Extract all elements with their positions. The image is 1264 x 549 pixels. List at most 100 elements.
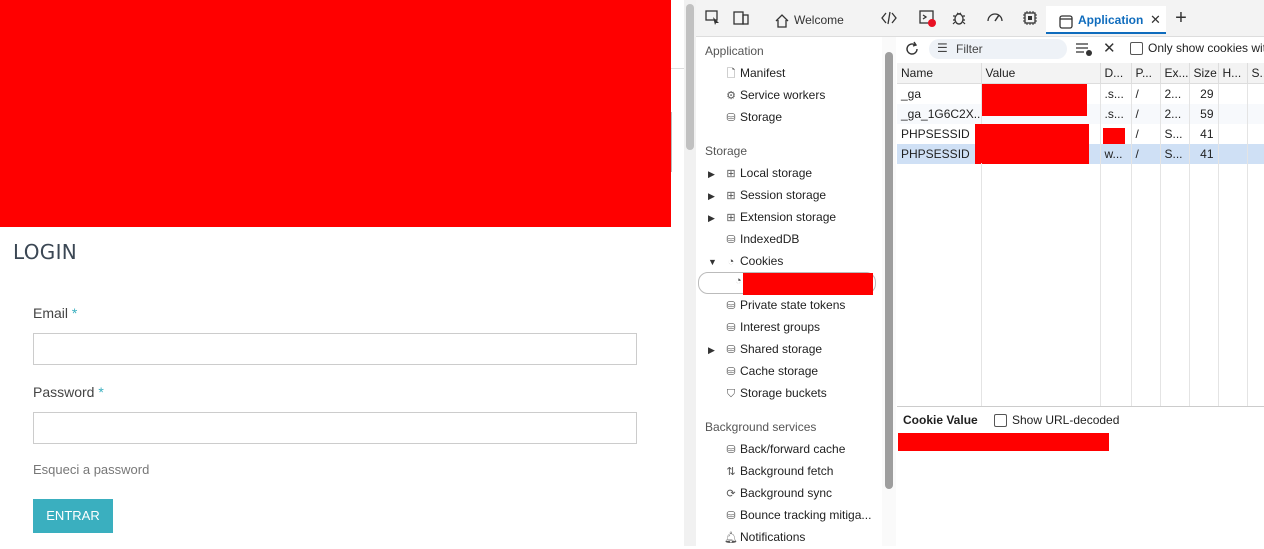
filter-input[interactable]: ☰ Filter [929,39,1067,59]
col-path[interactable]: P... [1131,63,1161,84]
col-size[interactable]: Size [1189,63,1219,84]
tab-application-label: Application [1078,13,1144,27]
sidebar-item-cache-storage[interactable]: ⛁ Cache storage [708,360,818,382]
device-toggle-icon[interactable] [732,9,750,27]
grid-icon: ⊞ [726,212,736,224]
sync-icon: ⟳ [726,488,736,500]
expand-arrow-icon[interactable]: ▶ [708,185,722,207]
sidebar-item-label: Manifest [740,66,786,80]
col-name[interactable]: Name [897,63,982,84]
elements-icon[interactable] [880,9,898,27]
email-field[interactable] [33,333,637,365]
clear-all-icon[interactable]: ✕ [1103,39,1116,57]
tab-welcome[interactable]: Welcome [772,6,876,34]
home-icon [774,11,790,39]
col-domain[interactable]: D... [1100,63,1132,84]
database-icon: ⛁ [726,322,736,334]
collapse-arrow-icon[interactable]: ▼ [708,251,722,273]
redacted-value [982,84,1087,116]
add-tab-icon[interactable]: + [1172,8,1190,28]
column-divider [1160,163,1161,406]
sidebar-item-interest-groups[interactable]: ⛁ Interest groups [708,316,820,338]
arrows-updown-icon: ⇅ [726,466,736,478]
col-expires[interactable]: Ex... [1160,63,1190,84]
sidebar-item-notifications[interactable]: 🔔︎ Notifications [708,526,805,548]
sidebar-item-label: Local storage [740,166,813,180]
col-secure[interactable]: S... [1247,63,1264,84]
password-field[interactable] [33,412,637,444]
expand-arrow-icon[interactable]: ▶ [708,207,722,229]
redacted-value [975,124,1089,164]
show-url-decoded-label: Show URL-decoded [1012,413,1120,427]
cookie-icon: ◔ [735,275,742,287]
sidebar-item-bounce-tracking[interactable]: ⛁ Bounce tracking mitiga... [708,504,871,526]
sidebar-item-private-state-tokens[interactable]: ⛁ Private state tokens [708,294,845,316]
clear-filtered-icon[interactable] [1075,41,1093,60]
col-value[interactable]: Value [981,63,1101,84]
sidebar-item-background-fetch[interactable]: ⇅ Background fetch [708,460,833,482]
table-empty-area [897,163,1264,406]
sidebar-item-background-sync[interactable]: ⟳ Background sync [708,482,832,504]
inspect-icon[interactable] [704,9,722,27]
database-icon: ⛁ [726,300,736,312]
database-icon: ⛁ [726,366,736,378]
database-icon: ⛁ [726,510,736,522]
sidebar-item-cookie-domain[interactable]: ◔ [698,272,876,295]
performance-icon[interactable] [986,9,1004,27]
section-storage: Storage [705,144,748,158]
only-show-label: Only show cookies wit [1148,41,1264,55]
sidebar-item-label: Background fetch [740,464,834,478]
cell-name: _ga [897,83,982,104]
sidebar-item-back-forward-cache[interactable]: ⛁ Back/forward cache [708,438,845,460]
refresh-icon[interactable] [903,40,921,61]
cell-name: PHPSESSID [897,144,982,164]
sidebar-item-indexeddb[interactable]: ⛁ IndexedDB [708,228,799,250]
bucket-icon: ⛉ [726,388,736,400]
cell-domain: w... [1100,144,1132,164]
submit-button[interactable]: ENTRAR [33,499,113,533]
cell-path: / [1131,104,1161,124]
cell-expires: S... [1160,124,1190,144]
filter-placeholder: Filter [956,42,983,56]
cell-secure [1247,124,1264,144]
database-icon: ⛁ [726,344,736,356]
sidebar-item-extension-storage[interactable]: ▶ ⊞ Extension storage [708,206,836,228]
cell-size: 41 [1189,124,1219,144]
sidebar-item-storage[interactable]: ⛁ Storage [708,106,782,128]
sidebar-item-label: Back/forward cache [740,442,846,456]
sidebar-item-shared-storage[interactable]: ▶ ⛁ Shared storage [708,338,822,360]
cell-path: / [1131,124,1161,144]
cell-secure [1247,144,1264,164]
sidebar-item-local-storage[interactable]: ▶ ⊞ Local storage [708,162,812,184]
devtools-toolbar: Welcome Application ✕ + [696,0,1264,37]
bug-icon[interactable] [950,9,968,27]
sidebar-item-manifest[interactable]: 🗋 Manifest [708,62,786,84]
expand-arrow-icon[interactable]: ▶ [708,163,722,185]
sidebar-item-label: Extension storage [740,210,837,224]
memory-chip-icon[interactable] [1021,9,1039,27]
grid-icon: ⊞ [726,168,736,180]
email-label: Email * [33,305,77,321]
forgot-password-link[interactable]: Esqueci a password [33,462,149,477]
only-show-checkbox[interactable] [1130,42,1143,55]
required-mark: * [71,305,78,321]
console-icon[interactable] [918,9,936,27]
sidebar-scrollbar-thumb[interactable] [885,52,893,489]
sidebar-item-service-workers[interactable]: ⚙ Service workers [708,84,825,106]
show-url-decoded-checkbox[interactable] [994,414,1007,427]
column-divider [1131,163,1132,406]
database-icon: ⛁ [726,234,736,246]
sidebar-item-label: Shared storage [740,342,823,356]
sidebar-item-cookies[interactable]: ▼ ◔ Cookies [708,250,783,272]
page-scrollbar-thumb[interactable] [686,4,694,150]
sidebar-item-storage-buckets[interactable]: ⛉ Storage buckets [708,382,827,404]
col-httponly[interactable]: H... [1218,63,1248,84]
sidebar-item-label: Cache storage [740,364,819,378]
tab-application[interactable]: Application ✕ [1046,6,1166,34]
close-tab-icon[interactable]: ✕ [1150,6,1161,34]
cell-secure [1247,104,1264,124]
expand-arrow-icon[interactable]: ▶ [708,339,722,361]
sidebar-item-session-storage[interactable]: ▶ ⊞ Session storage [708,184,826,206]
sidebar-item-label: Session storage [740,188,827,202]
section-application: Application [705,44,764,58]
